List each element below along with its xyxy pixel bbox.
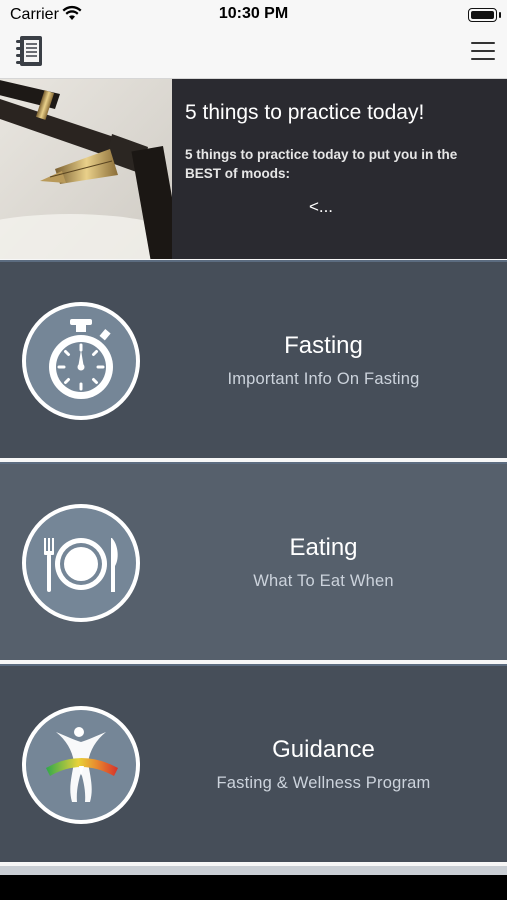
banner-title: 5 things to practice today! <box>185 101 425 124</box>
featured-article-banner[interactable]: 5 things to practice today! 5 things to … <box>0 79 507 259</box>
guidance-subtitle: Fasting & Wellness Program <box>216 774 431 792</box>
nav-bar <box>0 30 507 79</box>
body-gauge-icon <box>22 706 140 824</box>
eating-title: Eating <box>289 534 358 561</box>
guidance-title: Guidance <box>272 736 375 763</box>
fountain-pen-image <box>0 79 172 259</box>
fasting-tile[interactable]: Fasting Important Info On Fasting <box>0 260 507 458</box>
fasting-subtitle: Important Info On Fasting <box>227 370 420 388</box>
banner-read-more[interactable]: <... <box>155 197 487 217</box>
eating-tile[interactable]: Eating What To Eat When <box>0 462 507 660</box>
hamburger-menu-icon[interactable] <box>471 42 495 62</box>
banner-description: 5 things to practice today to put you in… <box>185 147 458 181</box>
notebook-icon[interactable] <box>14 34 46 68</box>
battery-icon <box>468 8 501 22</box>
eating-subtitle: What To Eat When <box>253 572 394 590</box>
plate-cutlery-icon <box>22 504 140 622</box>
home-indicator-area <box>0 875 507 900</box>
bottom-divider <box>0 866 507 875</box>
stopwatch-icon <box>22 302 140 420</box>
status-bar: Carrier 10:30 PM <box>0 0 507 30</box>
status-time: 10:30 PM <box>218 5 289 22</box>
fasting-title: Fasting <box>284 332 363 359</box>
guidance-tile[interactable]: Guidance Fasting & Wellness Program <box>0 664 507 862</box>
